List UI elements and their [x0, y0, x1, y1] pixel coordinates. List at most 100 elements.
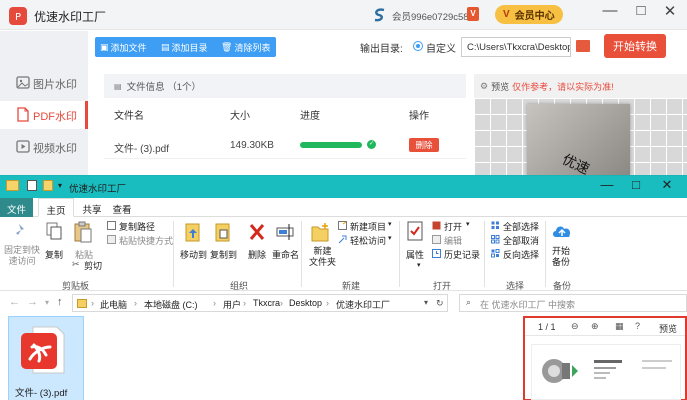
breadcrumb-local-disk[interactable]: 本地磁盘 (C:) [144, 298, 198, 311]
easy-access-button[interactable]: 轻松访问 [350, 234, 386, 247]
history-button[interactable]: 历史记录 [444, 248, 480, 261]
file-item[interactable]: 文件- (3).pdf [8, 316, 84, 400]
sidebar-item-pdf-watermark[interactable]: PDF水印 [0, 101, 88, 129]
breadcrumb-this-pc[interactable]: 此电脑 [100, 298, 127, 311]
select-all-button[interactable]: 全部选择 [503, 220, 539, 233]
explorer-minimize-button[interactable]: — [598, 177, 616, 192]
breadcrumb-separator: › [213, 298, 216, 308]
pdf-thumbnail [531, 344, 681, 400]
refresh-icon[interactable]: ↻ [436, 298, 444, 309]
vip-center-label: 会员中心 [514, 11, 555, 22]
app-toolbar: ▣ 添加文件 ▤ 添加目录 🗑 清除列表 [95, 37, 276, 57]
select-none-button[interactable]: 全部取消 [503, 234, 539, 247]
paste-shortcut-icon [107, 235, 116, 244]
group-clipboard: 剪贴板 [62, 281, 90, 291]
fit-page-icon[interactable]: ▦ [615, 321, 624, 332]
new-folder-button[interactable]: 新建 文件夹 [309, 246, 336, 268]
paste-icon[interactable] [74, 221, 92, 243]
vip-center-button[interactable]: V 会员中心 [495, 5, 563, 24]
explorer-window: ▾ 优速水印工厂 — □ ✕ 文件 主页 共享 查看 固定到快 速访问 复制 粘… [0, 175, 687, 400]
col-name: 文件名 [114, 111, 144, 122]
delete-x-icon[interactable] [249, 223, 265, 241]
tab-view[interactable]: 查看 [108, 198, 136, 217]
preview-label: 预览 [491, 81, 510, 92]
history-icon [432, 249, 441, 258]
preview-button[interactable]: 预览 [659, 322, 677, 335]
new-folder-icon[interactable] [310, 221, 330, 243]
explorer-maximize-button[interactable]: □ [627, 177, 645, 192]
search-input[interactable]: ⌕ 在 优速水印工厂 中搜索 [459, 294, 687, 312]
recent-dropdown-icon[interactable]: ▾ [45, 298, 49, 307]
cut-button[interactable]: 剪切 [84, 259, 102, 272]
invert-selection-button[interactable]: 反向选择 [503, 248, 539, 261]
breadcrumb-current-folder[interactable]: 优速水印工厂 [336, 298, 390, 311]
properties-quick-icon[interactable] [27, 180, 37, 191]
edit-button[interactable]: 编辑 [444, 234, 462, 247]
easy-access-dropdown-icon[interactable]: ▾ [388, 234, 392, 242]
address-dropdown-icon[interactable]: ▾ [424, 298, 428, 307]
copy-icon[interactable] [46, 222, 62, 240]
table-row[interactable]: 文件- (3).pdf 149.30KB ✓ 删除 [104, 129, 466, 159]
address-bar[interactable]: › 此电脑 › 本地磁盘 (C:) › 用户 › Tkxcra › Deskto… [72, 294, 448, 312]
pdf-file-icon [19, 325, 65, 375]
quick-access-dropdown-icon[interactable]: ▾ [58, 181, 62, 190]
start-backup-button[interactable]: 开始 备份 [552, 246, 570, 268]
browse-folder-icon[interactable] [576, 40, 590, 52]
add-file-button[interactable]: ▣ 添加文件 [100, 41, 147, 54]
cloud-backup-icon[interactable] [551, 222, 573, 240]
start-convert-button[interactable]: 开始转换 [604, 34, 666, 58]
forward-arrow-icon[interactable]: → [27, 296, 38, 308]
delete-ribbon-button[interactable]: 删除 [248, 248, 266, 261]
app-minimize-button[interactable]: — [600, 2, 620, 19]
edit-icon [432, 235, 441, 244]
zoom-in-icon[interactable]: ⊕ [591, 321, 599, 332]
tab-share[interactable]: 共享 [78, 198, 106, 217]
copy-button[interactable]: 复制 [45, 248, 63, 261]
app-maximize-button[interactable]: □ [631, 2, 651, 19]
app-close-button[interactable]: ✕ [660, 2, 680, 20]
open-dropdown-icon[interactable]: ▾ [466, 220, 470, 228]
file-name: 文件- (3).pdf [15, 388, 68, 399]
add-dir-button[interactable]: ▤ 添加目录 [161, 41, 208, 54]
copy-to-button[interactable]: 复制到 [210, 248, 237, 261]
tab-home[interactable]: 主页 [38, 198, 74, 217]
paste-shortcut-button[interactable]: 粘贴快捷方式 [119, 234, 173, 247]
copy-to-icon[interactable] [214, 221, 232, 243]
zoom-out-icon[interactable]: ⊖ [571, 321, 579, 332]
output-path-input[interactable]: C:\Users\Tkxcra\Desktop [461, 37, 571, 57]
properties-icon[interactable] [407, 221, 423, 241]
properties-dropdown-icon[interactable]: ▾ [417, 261, 421, 269]
delete-button[interactable]: 删除 [409, 138, 439, 152]
breadcrumb-users[interactable]: 用户 [223, 298, 241, 311]
col-size: 大小 [230, 111, 250, 122]
tab-file[interactable]: 文件 [0, 198, 33, 217]
move-to-icon[interactable] [184, 221, 202, 243]
copy-path-button[interactable]: 复制路径 [119, 220, 155, 233]
rename-button[interactable]: 重命名 [272, 248, 299, 261]
explorer-close-button[interactable]: ✕ [658, 177, 676, 193]
new-item-dropdown-icon[interactable]: ▾ [388, 220, 392, 228]
back-arrow-icon[interactable]: ← [9, 296, 20, 308]
breadcrumb-user[interactable]: Tkxcra [253, 298, 280, 308]
ribbon: 固定到快 速访问 复制 粘贴 复制路径 粘贴快捷方式 ✂ 剪切 剪贴板 移动到 … [0, 217, 687, 291]
up-arrow-icon[interactable]: ↑ [57, 296, 63, 308]
new-folder-quick-icon[interactable] [43, 180, 53, 191]
sidebar-item-image-watermark[interactable]: 图片水印 [0, 69, 88, 97]
properties-button[interactable]: 属性 [406, 248, 424, 261]
preview-hint: 仅作参考，请以实际为准! [512, 81, 614, 92]
pin-quick-access-button[interactable]: 固定到快 速访问 [4, 245, 40, 267]
help-icon[interactable]: ? [635, 321, 640, 331]
clear-list-button[interactable]: 🗑 清除列表 [221, 41, 270, 54]
app-title: 优速水印工厂 [34, 10, 107, 24]
pin-icon[interactable] [13, 222, 29, 238]
sidebar-item-video-watermark[interactable]: 视频水印 [0, 133, 88, 161]
open-button[interactable]: 打开 [444, 220, 462, 233]
breadcrumb-separator: › [134, 298, 137, 308]
rename-icon[interactable] [276, 222, 294, 242]
new-item-button[interactable]: 新建项目 [350, 220, 386, 233]
custom-dir-radio[interactable] [413, 41, 423, 51]
clear-list-label: 清除列表 [234, 43, 271, 53]
open-icon [432, 221, 441, 230]
breadcrumb-desktop[interactable]: Desktop [289, 298, 322, 308]
move-to-button[interactable]: 移动到 [180, 248, 207, 261]
